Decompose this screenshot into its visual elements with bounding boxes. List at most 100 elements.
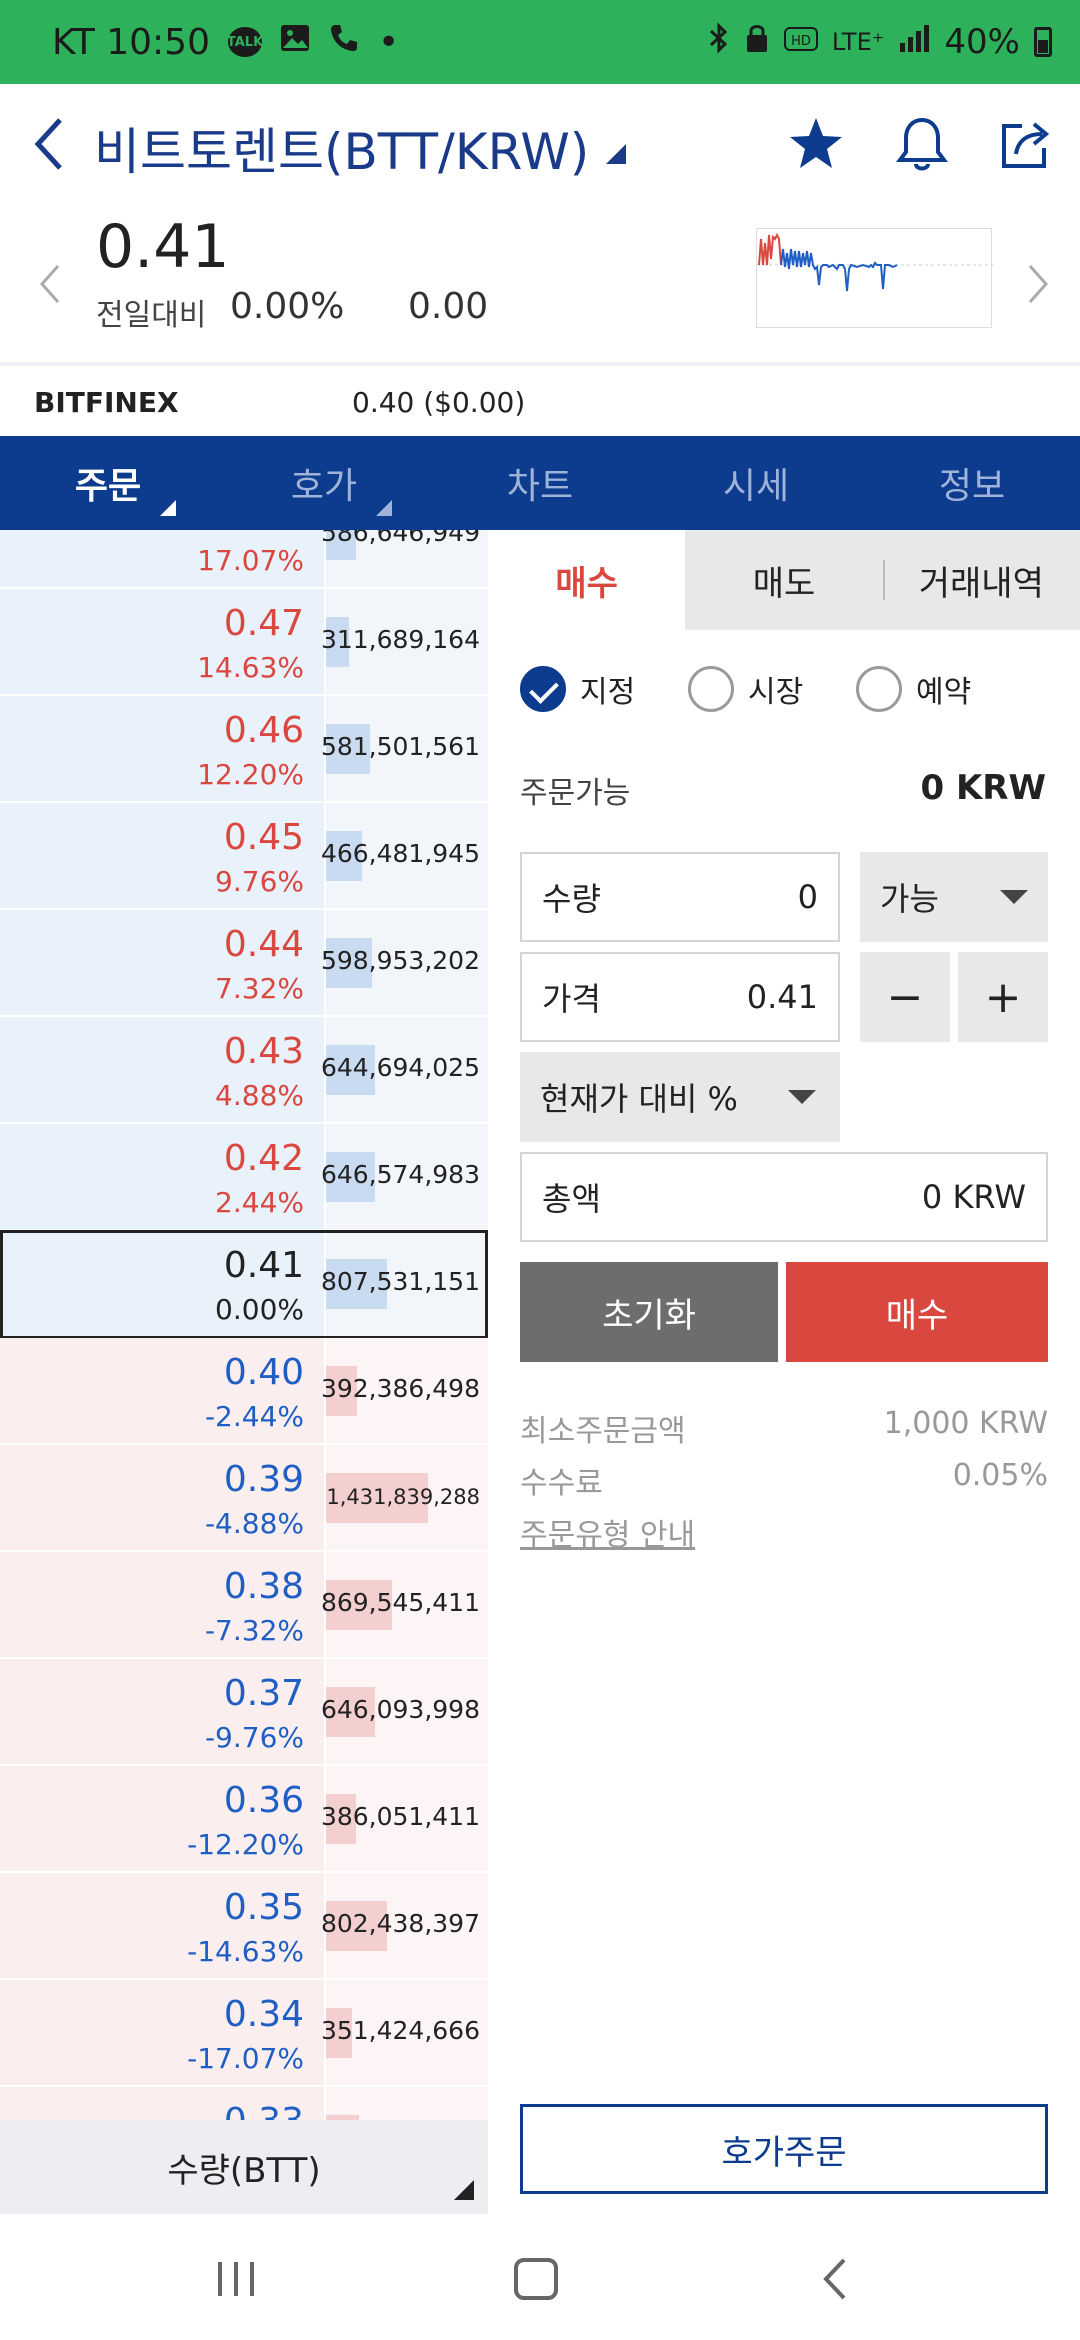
orderbook-price: 0.43 [223,1031,304,1072]
orderbook-row[interactable]: 0.46 12.20% 581,501,561 [0,696,488,803]
orderbook-volume-cell: 466,481,945 [321,803,488,908]
exchange-row: BITFINEX 0.40 ($0.00) [0,366,1080,436]
quantity-unit-selector[interactable]: 수량(BTT) [0,2120,488,2214]
signal-icon [898,23,930,61]
recents-icon[interactable] [206,2254,266,2304]
kakaotalk-icon: TALK [227,27,263,57]
orderbook-price: 0.47 [223,603,304,644]
orderbook-volume-cell: 802,438,397 [321,1873,488,1978]
tab-buy-label: 매수 [555,563,618,604]
price-decrement-button[interactable]: − [860,952,950,1042]
total-field[interactable]: 총액 0 KRW [520,1152,1048,1242]
mini-chart[interactable] [756,228,993,328]
fee-row: 수수료 0.05% [520,1458,1048,1502]
orderbook-row[interactable]: 0.35 -14.63% 802,438,397 [0,1873,488,1980]
orderbook-change-percent: 14.63% [197,651,304,684]
order-type-guide-link[interactable]: 주문유형 안내 [520,1510,695,1554]
orderbook-volume-cell: 598,953,202 [320,910,488,1015]
tab-info[interactable]: 정보 [864,436,1080,530]
tab-quotes[interactable]: 시세 [648,436,864,530]
bell-icon[interactable] [892,114,952,174]
radio-icon [688,666,734,712]
orderbook-row[interactable]: 0.38 -7.32% 869,545,411 [0,1552,488,1659]
dropdown-caret-icon [160,500,176,516]
orderbook-volume-cell: 644,694,025 [321,1017,488,1122]
tab-chart[interactable]: 차트 [432,436,648,530]
chevron-left-icon[interactable] [30,254,70,314]
app-header: 비트토렌트(BTT/KRW) [0,84,1080,204]
bluetooth-icon [708,22,730,62]
coin-selector-caret-icon[interactable] [606,144,626,164]
available-value: 0 KRW [920,768,1046,808]
star-icon[interactable] [786,114,846,174]
fee-label: 수수료 [520,1466,603,1501]
orderbook-row[interactable]: 0.45 9.76% 466,481,945 [0,803,488,910]
tab-order[interactable]: 주문 [0,436,216,530]
radio-limit-label: 지정 [580,675,636,710]
orderbook-volume: 598,953,202 [320,946,480,975]
tab-history[interactable]: 거래내역 [882,530,1080,630]
tab-hoga[interactable]: 호가 [216,436,432,530]
orderbook-row[interactable]: 0.44 7.32% 598,953,202 [0,910,488,1017]
orderbook-change-percent: -9.76% [204,1721,304,1754]
tab-chart-label: 차트 [506,466,574,507]
orderbook-volume-cell: 386,051,411 [320,1766,488,1871]
quantity-option-label: 가능 [880,880,939,918]
radio-market[interactable]: 시장 [688,666,856,712]
orderbook-row[interactable]: 0.36 -12.20% 386,051,411 [0,1766,488,1873]
coin-title[interactable]: 비트토렌트(BTT/KRW) [94,112,589,184]
orderbook-price: 0.39 [223,1459,304,1500]
min-order-row: 최소주문금액 1,000 KRW [520,1406,1048,1450]
battery-icon [1034,27,1052,57]
radio-reserve[interactable]: 예약 [856,666,1024,712]
order-form: 매수 매도 거래내역 지정 시장 예약 주문가능 0 KRW 수량 0 가능 가… [488,530,1080,2214]
price-field[interactable]: 가격 0.41 [520,952,840,1042]
tab-buy[interactable]: 매수 [488,530,686,630]
orderbook-volume: 386,051,411 [320,1802,480,1831]
orderbook-row[interactable]: 0.47 14.63% 311,689,164 [0,589,488,696]
back-icon[interactable] [808,2254,868,2304]
orderbook-volume-cell: 807,531,151 [320,1231,488,1336]
orderbook-row[interactable]: 0.40 -2.44% 392,386,498 [0,1338,488,1445]
orderbook-price: 0.35 [223,1887,304,1928]
orderbook-row[interactable]: 0.33 [0,2087,488,2120]
status-bar: KT 10:50 TALK • HD LTE⁺ 40% [0,0,1080,84]
orderbook-price: 0.48 [224,530,304,537]
orderbook-row[interactable]: 0.42 2.44% 646,574,983 [0,1124,488,1231]
tab-sell[interactable]: 매도 [685,530,883,630]
orderbook[interactable]: 0.48 17.07% 586,646,949 0.47 14.63% 311,689,1… [0,530,488,2120]
hoga-order-button[interactable]: 호가주문 [520,2104,1048,2194]
orderbook-row[interactable]: 0.39 -4.88% 1,431,839,288 [0,1445,488,1552]
orderbook-row[interactable]: 0.34 -17.07% 351,424,666 [0,1980,488,2087]
tab-quotes-label: 시세 [722,466,790,507]
orderbook-volume: 869,545,411 [320,1588,480,1617]
orderbook-row[interactable]: 0.41 0.00% 807,531,151 [0,1231,488,1338]
hd-voice-icon: HD [783,25,818,60]
price-increment-button[interactable]: + [958,952,1048,1042]
orderbook-volume: 807,531,151 [320,1267,480,1296]
price-summary: 0.41 전일대비 0.00% 0.00 [0,204,1080,364]
chevron-right-icon[interactable] [1018,254,1058,314]
quantity-field[interactable]: 수량 0 [520,852,840,942]
orderbook-price: 0.38 [223,1566,304,1607]
reset-button[interactable]: 초기화 [520,1262,778,1362]
home-icon[interactable] [506,2254,566,2304]
order-side-tabs: 매수 매도 거래내역 [488,530,1080,630]
orderbook-row[interactable]: 0.48 17.07% 586,646,949 [0,530,488,589]
share-icon[interactable] [996,114,1056,174]
quantity-option-dropdown[interactable]: 가능 [860,852,1048,942]
orderbook-row[interactable]: 0.43 4.88% 644,694,025 [0,1017,488,1124]
radio-limit[interactable]: 지정 [520,666,688,712]
orderbook-volume-cell: 646,574,983 [320,1124,488,1229]
plus-icon: + [984,971,1022,1023]
percent-dropdown[interactable]: 현재가 대비 % [520,1052,840,1142]
chevron-down-icon [1000,890,1028,904]
orderbook-price: 0.46 [223,710,304,751]
buy-button[interactable]: 매수 [786,1262,1048,1362]
orderbook-volume: 646,574,983 [320,1160,480,1189]
back-arrow-icon[interactable] [24,112,84,176]
dropdown-caret-icon [454,2180,474,2200]
fee-value: 0.05% [952,1458,1048,1493]
orderbook-price: 0.37 [223,1673,304,1714]
orderbook-row[interactable]: 0.37 -9.76% 646,093,998 [0,1659,488,1766]
